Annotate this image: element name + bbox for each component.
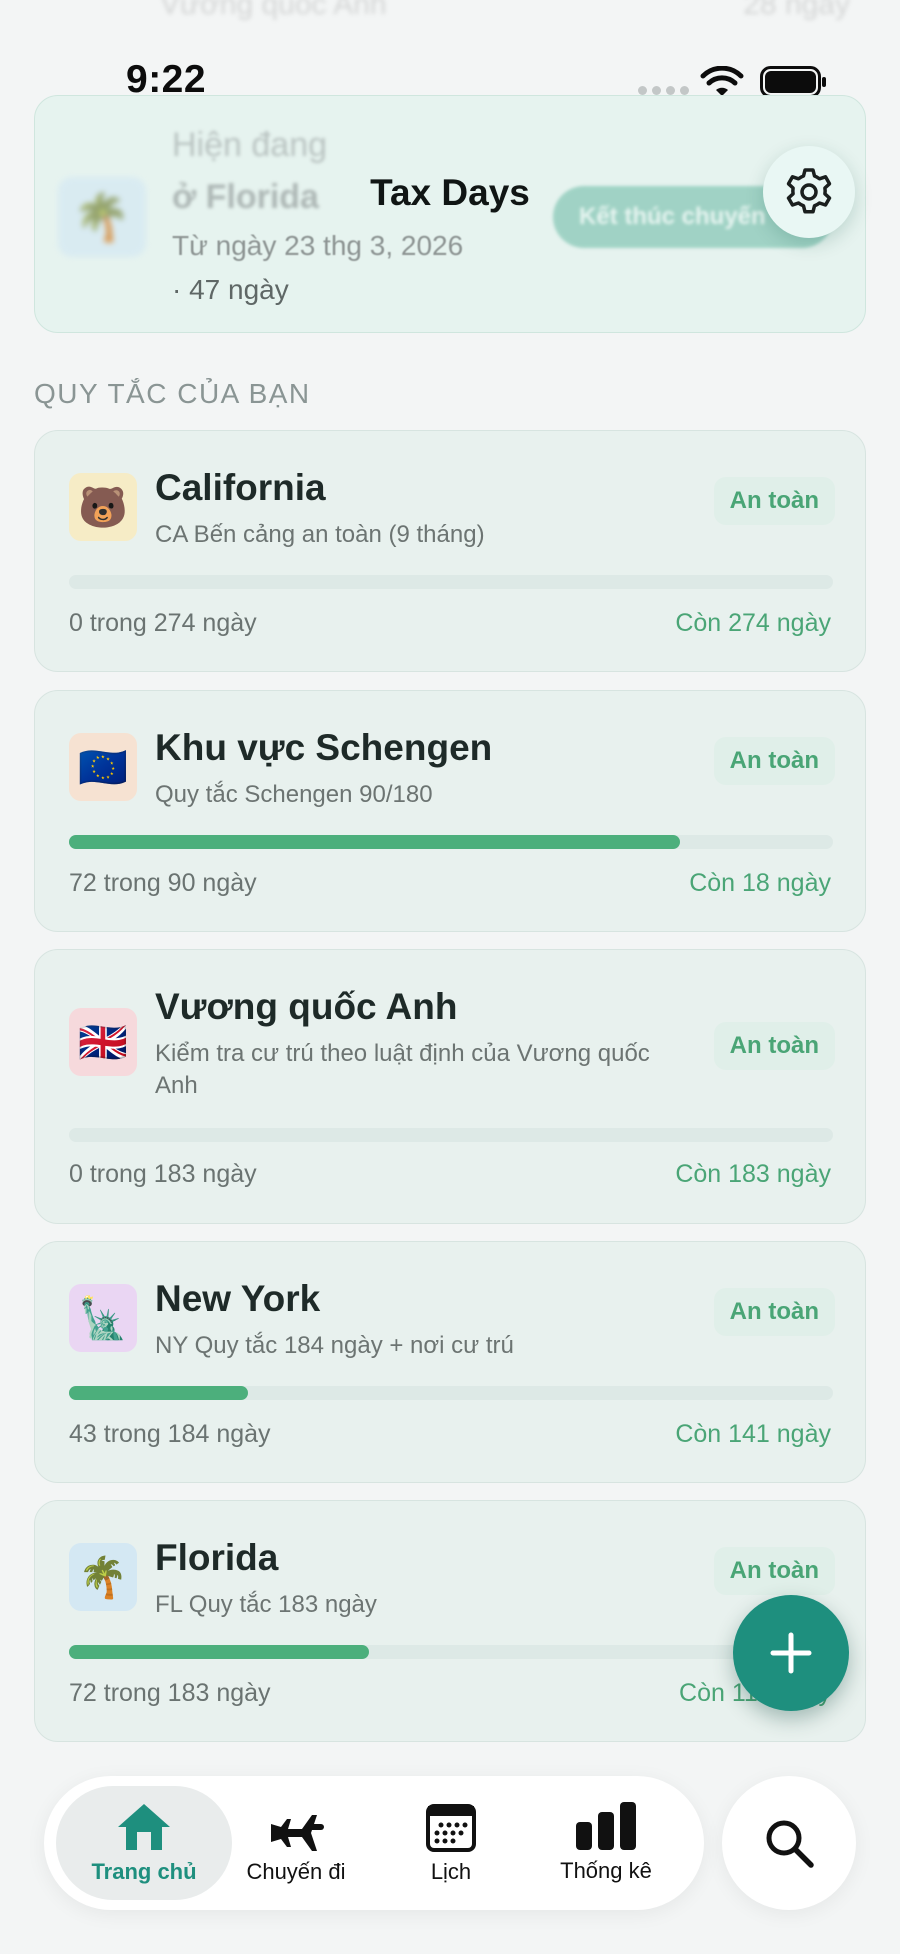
calendar-icon bbox=[426, 1804, 476, 1852]
rule-card[interactable]: 🇬🇧 Vương quốc Anh Kiểm tra cư trú theo luậ… bbox=[34, 949, 866, 1224]
status-badge: An toàn bbox=[713, 477, 835, 525]
days-used: 43 trong 184 ngày bbox=[69, 1420, 271, 1448]
rule-card[interactable]: 🇪🇺 Khu vực Schengen Quy tắc Schengen 90/18… bbox=[34, 690, 866, 932]
rule-card[interactable]: 🗽 New York NY Quy tắc 184 ngày + nơi cư tr… bbox=[34, 1241, 866, 1483]
current-stay-days: · 47 ngày bbox=[172, 274, 289, 305]
airplane-icon bbox=[271, 1815, 324, 1851]
progress-track bbox=[69, 1128, 833, 1142]
progress-track bbox=[69, 1645, 833, 1659]
status-dots bbox=[638, 86, 689, 95]
tab-trips-label: Chuyến đi bbox=[246, 1859, 346, 1884]
days-used: 0 trong 183 ngày bbox=[69, 1160, 257, 1188]
current-stay-since: Từ ngày 23 thg 3, 2026 bbox=[172, 230, 464, 261]
add-rule-button[interactable] bbox=[733, 1595, 849, 1711]
progress-track bbox=[69, 1386, 833, 1400]
rule-card[interactable]: 🐻 California CA Bến cảng an toàn (9 tháng)… bbox=[34, 430, 866, 672]
rule-description: FL Quy tắc 183 ngày bbox=[155, 1591, 377, 1618]
days-used: 72 trong 90 ngày bbox=[69, 869, 257, 897]
section-title: QUY TẮC CỦA BẠN bbox=[34, 378, 311, 409]
progress-fill bbox=[69, 1386, 248, 1400]
rule-name: New York bbox=[155, 1278, 321, 1319]
ghost-rule-name: Vương quốc Anh bbox=[160, 0, 387, 21]
rule-description: NY Quy tắc 184 ngày + nơi cư trú bbox=[155, 1332, 514, 1359]
rule-name: Vương quốc Anh bbox=[155, 986, 458, 1027]
days-remaining: Còn 274 ngày bbox=[675, 609, 831, 637]
status-badge: An toàn bbox=[713, 1022, 835, 1070]
plus-icon bbox=[770, 1632, 812, 1674]
progress-fill bbox=[69, 835, 681, 849]
tab-stats-label: Thống kê bbox=[560, 1858, 652, 1883]
rule-description: Kiểm tra cư trú theo luật định của Vương… bbox=[155, 1040, 650, 1099]
current-stay-label: Hiện đang bbox=[172, 126, 328, 164]
days-remaining: Còn 141 ngày bbox=[675, 1420, 831, 1448]
rule-description: Quy tắc Schengen 90/180 bbox=[155, 781, 433, 808]
progress-fill bbox=[69, 1645, 370, 1659]
statue-of-liberty-icon: 🗽 bbox=[69, 1284, 137, 1352]
ghost-rule-days: 28 ngày bbox=[743, 0, 850, 21]
rule-name: California bbox=[155, 467, 326, 508]
eu-flag-icon: 🇪🇺 bbox=[69, 733, 137, 801]
rule-name: Florida bbox=[155, 1537, 279, 1578]
home-icon bbox=[118, 1804, 170, 1850]
tab-calendar[interactable]: Lịch bbox=[392, 1786, 510, 1900]
status-badge: An toàn bbox=[713, 1547, 835, 1595]
rule-name: Khu vực Schengen bbox=[155, 727, 493, 768]
days-remaining: Còn 183 ngày bbox=[675, 1160, 831, 1188]
rule-description: CA Bến cảng an toàn (9 tháng) bbox=[155, 521, 485, 548]
uk-flag-icon: 🇬🇧 bbox=[69, 1008, 137, 1076]
ghost-rule-row: Vương quốc Anh 28 ngày bbox=[70, 0, 850, 30]
days-used: 0 trong 274 ngày bbox=[69, 609, 257, 637]
tab-home-label: Trang chủ bbox=[91, 1859, 197, 1884]
days-used: 72 trong 183 ngày bbox=[69, 1679, 271, 1707]
gear-icon bbox=[786, 168, 832, 214]
settings-button[interactable] bbox=[763, 146, 855, 238]
status-badge: An toàn bbox=[713, 1288, 835, 1336]
search-button[interactable] bbox=[722, 1776, 856, 1910]
tab-trips[interactable]: Chuyến đi bbox=[234, 1786, 358, 1900]
bar-chart-icon bbox=[576, 1802, 636, 1850]
tab-stats[interactable]: Thống kê bbox=[546, 1786, 666, 1900]
search-icon bbox=[766, 1820, 814, 1868]
progress-track bbox=[69, 835, 833, 849]
progress-track bbox=[69, 575, 833, 589]
tab-calendar-label: Lịch bbox=[430, 1859, 472, 1884]
palm-tree-icon: 🌴 bbox=[69, 1543, 137, 1611]
status-badge: An toàn bbox=[713, 737, 835, 785]
days-remaining: Còn 18 ngày bbox=[689, 869, 831, 897]
tab-home[interactable]: Trang chủ bbox=[56, 1786, 232, 1900]
bear-icon: 🐻 bbox=[69, 473, 137, 541]
